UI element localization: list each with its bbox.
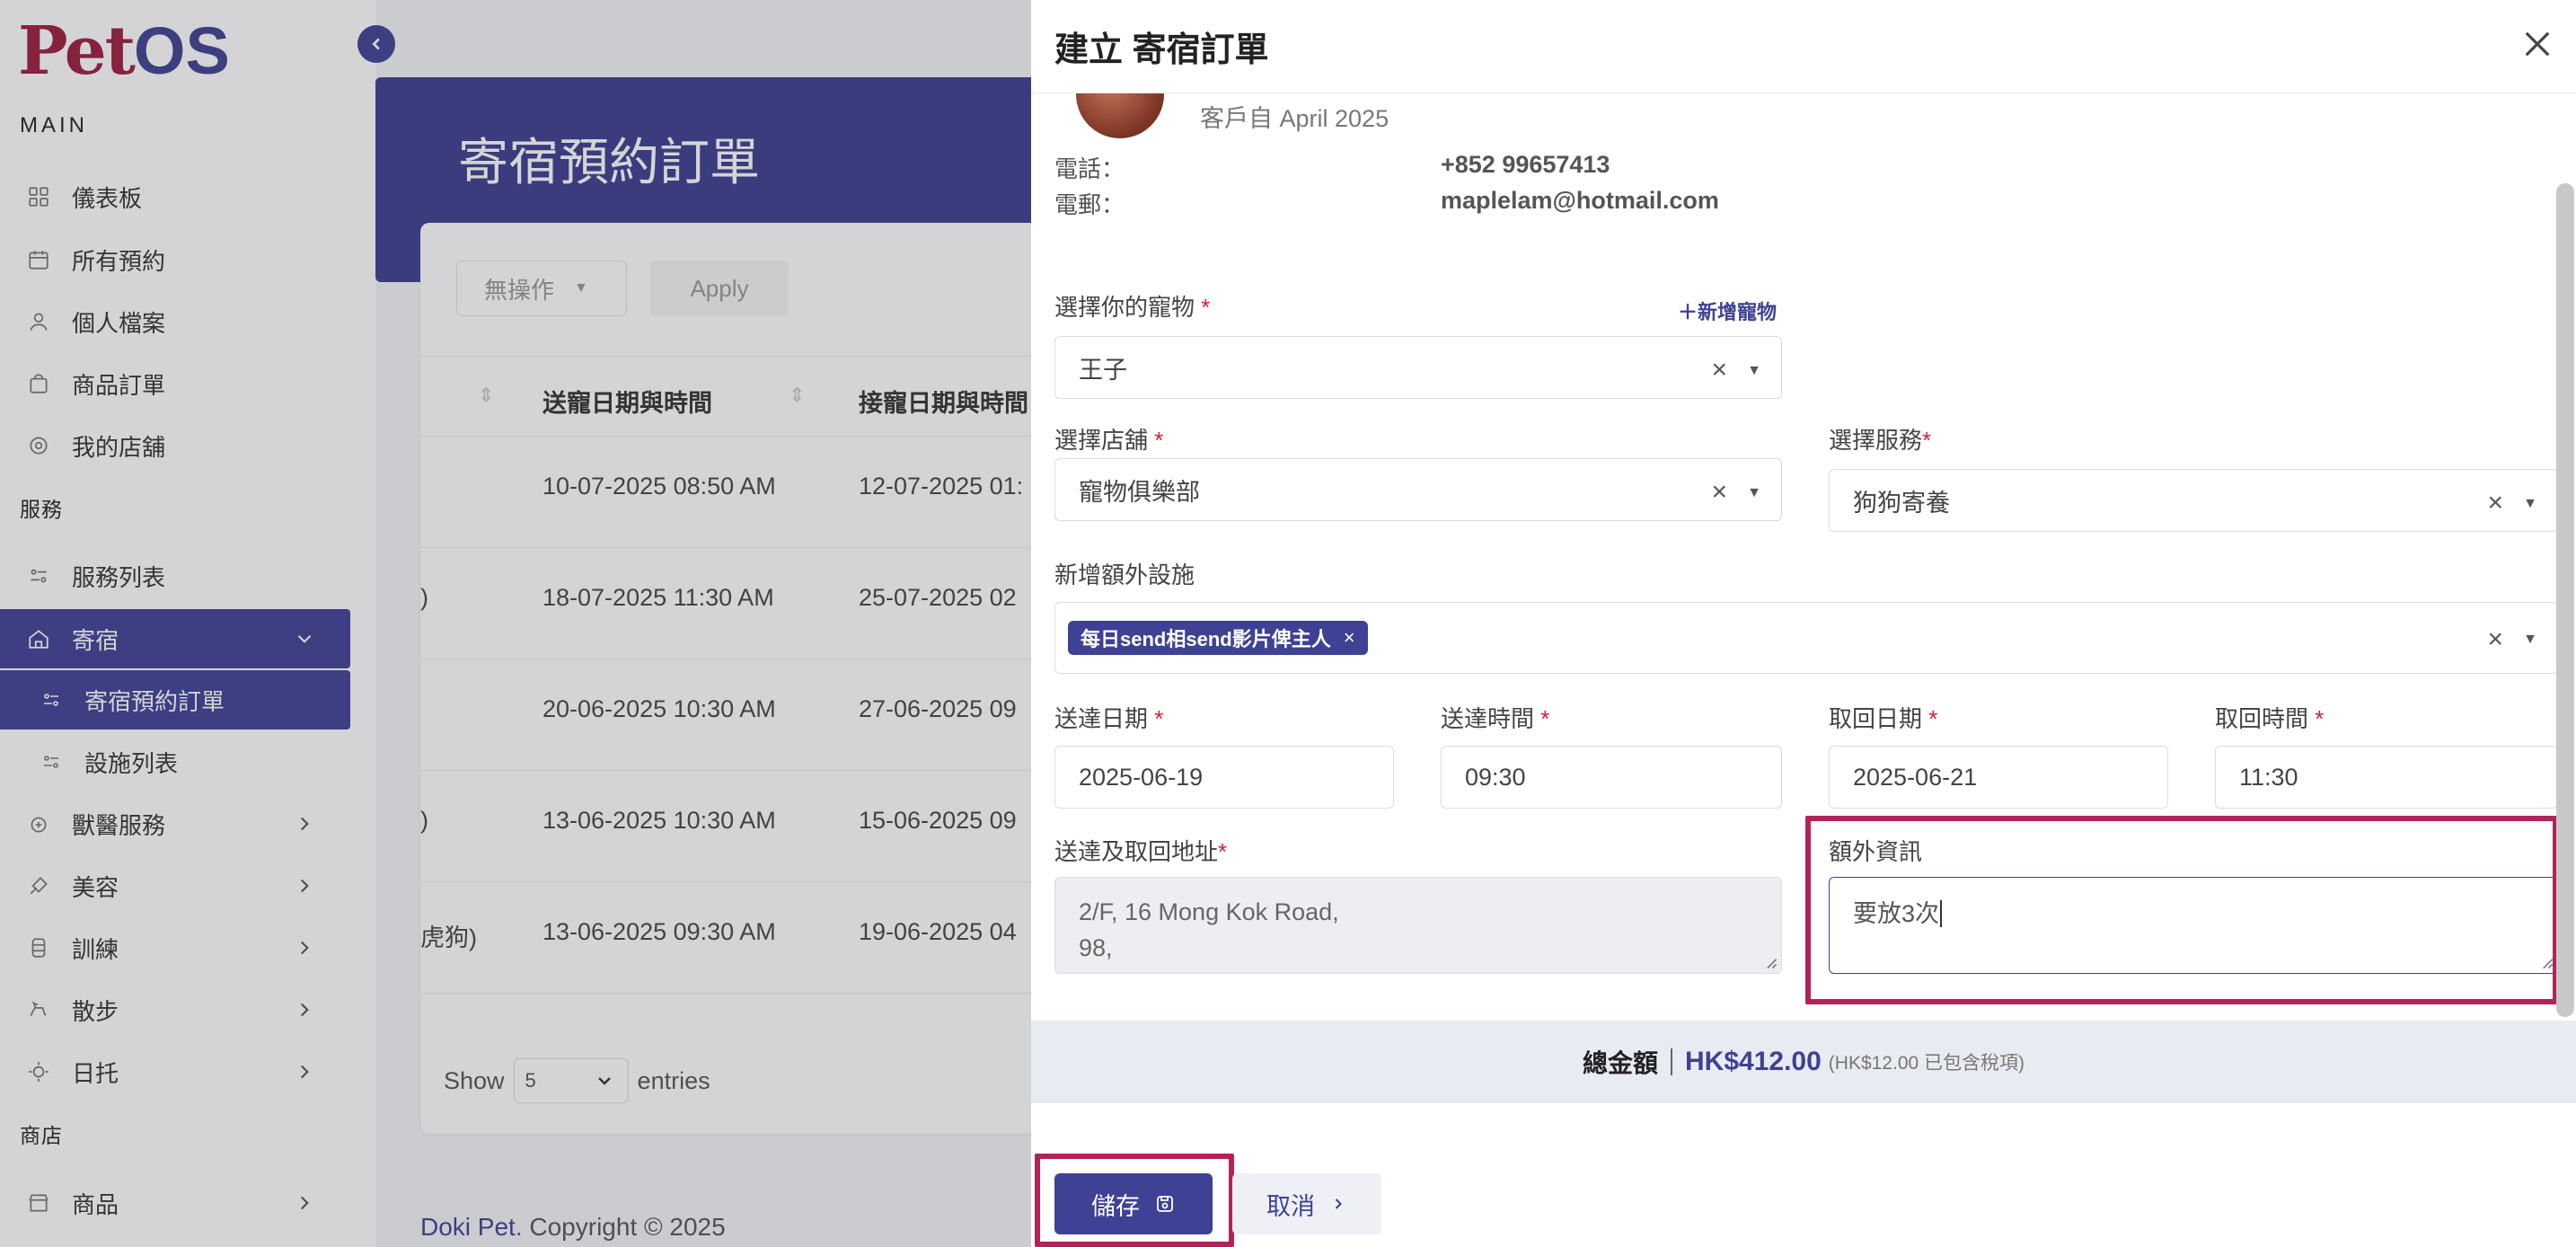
extra-tag-label: 每日send相send影片俾主人 (1081, 628, 1331, 650)
dropoff-time-label: 送達時間 * (1441, 705, 1550, 732)
save-button[interactable]: 儲存 (1054, 1173, 1213, 1234)
caret-down-icon: ▼ (2523, 496, 2537, 511)
address-textarea[interactable]: 2/F, 16 Mong Kok Road, 98, 1000 (1054, 877, 1782, 974)
dropoff-date-label: 送達日期 * (1054, 705, 1164, 732)
dropoff-time-input[interactable]: 09:30 (1441, 746, 1782, 809)
create-boarding-order-panel: 建立 寄宿訂單 客戶自 April 2025 電話： +852 99657413… (1031, 0, 2576, 1247)
total-bar: 總金額 HK$412.00 (HK$12.00 已包含稅項) (1031, 1021, 2576, 1103)
pickup-time-input[interactable]: 11:30 (2215, 746, 2558, 809)
resize-handle-icon[interactable] (2541, 957, 2554, 969)
address-label: 送達及取回地址* (1054, 838, 1228, 865)
service-select[interactable]: 狗狗寄養 × ▼ (1829, 469, 2558, 532)
extra-tag: 每日send相send影片俾主人 × (1068, 621, 1368, 655)
store-label: 選擇店舖 * (1054, 427, 1164, 454)
panel-title: 建立 寄宿訂單 (1054, 31, 1269, 69)
total-amount: HK$412.00 (1685, 1047, 1822, 1076)
app-root: PetOS MAIN 儀表板 所有預約 個人檔案 商品訂單 我的店舖 服務 服務… (0, 0, 2576, 1247)
panel-scrollbar[interactable] (2556, 183, 2574, 1017)
save-icon (1157, 1196, 1173, 1212)
plus-icon: ＋ (1678, 301, 1698, 323)
text-cursor (1940, 900, 1943, 927)
pickup-date-label: 取回日期 * (1829, 705, 1938, 732)
extras-multiselect[interactable]: 每日send相send影片俾主人 × × ▼ (1054, 602, 2558, 674)
pickup-date-input[interactable]: 2025-06-21 (1829, 746, 2168, 809)
save-label: 儲存 (1091, 1192, 1140, 1220)
resize-handle-icon[interactable] (1765, 957, 1778, 969)
divider (1671, 1048, 1672, 1075)
chevron-right-icon (1335, 1198, 1342, 1209)
cancel-label: 取消 (1266, 1192, 1315, 1220)
remove-tag-icon[interactable]: × (1344, 626, 1355, 650)
pet-select[interactable]: 王子 × ▼ (1054, 336, 1782, 399)
clear-icon[interactable]: × (2487, 624, 2503, 655)
pet-value: 王子 (1079, 356, 1127, 384)
pickup-time-label: 取回時間 * (2215, 705, 2325, 732)
extra-info-value: 要放3次 (1853, 900, 1940, 927)
add-pet-link[interactable]: ＋新增寵物 (1678, 296, 1777, 325)
pet-label: 選擇你的寵物 * (1054, 294, 1211, 321)
clear-icon[interactable]: × (2487, 488, 2503, 518)
caret-down-icon: ▼ (1747, 485, 1761, 500)
phone-value: +852 99657413 (1441, 151, 1610, 178)
address-line: 2/F, 16 Mong Kok Road, (1079, 898, 1339, 925)
service-value: 狗狗寄養 (1853, 489, 1950, 517)
store-select[interactable]: 寵物俱樂部 × ▼ (1054, 458, 1782, 521)
client-since: 客戶自 April 2025 (1200, 105, 1389, 132)
extras-label: 新增額外設施 (1054, 562, 1195, 588)
email-label: 電郵： (1054, 191, 1125, 218)
total-label: 總金額 (1582, 1049, 1658, 1077)
caret-down-icon: ▼ (1747, 363, 1761, 378)
phone-label: 電話： (1054, 155, 1125, 182)
store-value: 寵物俱樂部 (1079, 478, 1200, 506)
address-line: 1000 (1079, 966, 1758, 973)
extra-info-textarea[interactable]: 要放3次 (1829, 877, 2558, 974)
modal-backdrop[interactable] (0, 0, 1031, 1247)
caret-down-icon: ▼ (2523, 632, 2537, 647)
clear-icon[interactable]: × (1711, 477, 1727, 508)
address-line: 98, (1079, 934, 1113, 961)
dropoff-date-input[interactable]: 2025-06-19 (1054, 746, 1394, 809)
cancel-button[interactable]: 取消 (1232, 1173, 1381, 1234)
extra-info-label: 額外資訊 (1829, 838, 1923, 865)
panel-header: 建立 寄宿訂單 (1031, 0, 2576, 93)
email-value: maplelam@hotmail.com (1441, 187, 1719, 214)
clear-icon[interactable]: × (1711, 355, 1727, 385)
close-icon[interactable] (2519, 25, 2556, 63)
tax-note: (HK$12.00 已包含稅項) (1828, 1053, 2025, 1074)
service-label: 選擇服務* (1829, 427, 1932, 454)
